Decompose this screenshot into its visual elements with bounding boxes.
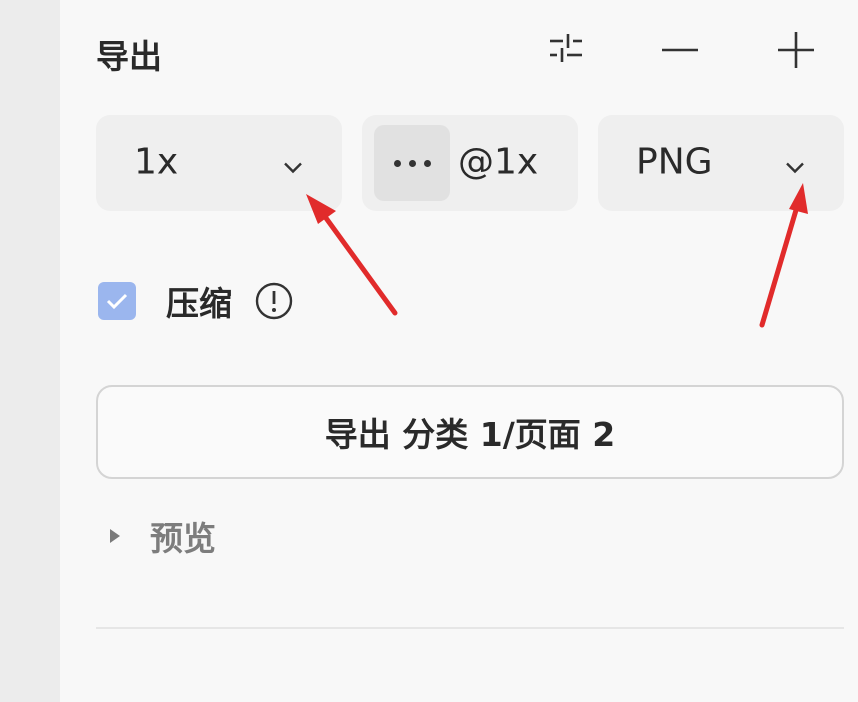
preview-label: 预览 bbox=[150, 519, 216, 558]
scale-select[interactable]: 1x bbox=[96, 115, 342, 211]
chevron-down-icon bbox=[784, 143, 806, 184]
export-panel: 导出 1x @1x PNG 压缩 导出 分类 1/页面 2 预览 bbox=[60, 0, 858, 702]
caret-right-icon bbox=[110, 529, 120, 543]
suffix-field[interactable]: @1x bbox=[362, 115, 578, 211]
compress-label: 压缩 bbox=[166, 284, 232, 323]
chevron-down-icon bbox=[282, 143, 304, 184]
left-sidebar-strip bbox=[0, 0, 60, 702]
plus-icon[interactable] bbox=[774, 26, 818, 70]
adjust-icon[interactable] bbox=[544, 26, 588, 70]
compress-checkbox[interactable] bbox=[98, 282, 136, 320]
export-button[interactable]: 导出 分类 1/页面 2 bbox=[96, 385, 844, 479]
format-select[interactable]: PNG bbox=[598, 115, 844, 211]
scale-value: 1x bbox=[134, 141, 179, 183]
panel-title: 导出 bbox=[96, 37, 162, 76]
suffix-value[interactable]: @1x bbox=[458, 142, 538, 183]
minus-icon[interactable] bbox=[658, 26, 702, 70]
divider bbox=[96, 627, 844, 629]
compress-row: 压缩 bbox=[98, 280, 294, 323]
ellipsis-icon[interactable] bbox=[374, 125, 450, 201]
info-icon[interactable] bbox=[254, 281, 294, 321]
preview-toggle[interactable]: 预览 bbox=[110, 512, 216, 560]
format-value: PNG bbox=[636, 141, 713, 183]
